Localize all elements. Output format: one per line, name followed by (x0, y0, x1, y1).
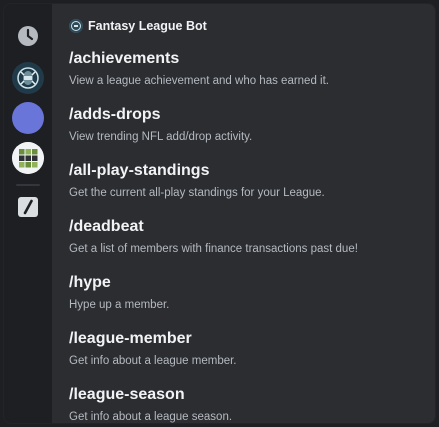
command-description: View trending NFL add/drop activity. (69, 131, 253, 143)
command-item[interactable]: /league-member Get info about a league me… (69, 329, 425, 385)
command-name: /league-season (69, 386, 185, 403)
section-title: Fantasy League Bot (88, 19, 207, 33)
blue-circle-app-item[interactable] (12, 102, 44, 134)
command-item[interactable]: /adds-drops View trending NFL add/drop ac… (69, 105, 425, 161)
command-description: Get the current all-play standings for y… (69, 187, 325, 199)
rail-divider (16, 184, 40, 186)
recent-commands-clock-icon[interactable] (12, 20, 44, 52)
command-item[interactable]: /league-season Get info about a league se… (69, 385, 425, 423)
command-list-panel: Fantasy League Bot /achievements View a l… (52, 4, 435, 423)
command-description: View a league achievement and who has ea… (69, 75, 329, 87)
bot-avatar-icon (14, 64, 42, 92)
command-item[interactable]: /all-play-standings Get the current all-p… (69, 161, 425, 217)
slash-commands-icon (18, 197, 38, 217)
bot-avatar-icon (69, 19, 83, 33)
command-description: Hype up a member. (69, 299, 170, 311)
command-name: /league-member (69, 330, 192, 347)
command-list: /achievements View a league achievement a… (69, 49, 425, 423)
command-item[interactable]: /deadbeat Get a list of members with fina… (69, 217, 425, 273)
command-item[interactable]: /hype Hype up a member. (69, 273, 425, 329)
slash-commands-item[interactable] (12, 191, 44, 223)
command-description: Get a list of members with finance trans… (69, 243, 358, 255)
command-name: /hype (69, 274, 111, 291)
grid-app-icon (12, 142, 44, 174)
command-item[interactable]: /achievements View a league achievement a… (69, 49, 425, 105)
command-name: /all-play-standings (69, 162, 210, 179)
command-name: /deadbeat (69, 218, 144, 235)
command-name: /achievements (69, 50, 180, 67)
command-description: Get info about a league season. (69, 411, 233, 423)
clock-icon (18, 26, 38, 46)
command-description: Get info about a league member. (69, 355, 237, 367)
command-name: /adds-drops (69, 106, 161, 123)
app-rail (4, 4, 52, 423)
grid-app-item[interactable] (12, 142, 44, 174)
section-header: Fantasy League Bot (69, 19, 207, 33)
command-picker-popup: Fantasy League Bot /achievements View a l… (3, 3, 436, 424)
bot-app-item[interactable] (12, 62, 44, 94)
